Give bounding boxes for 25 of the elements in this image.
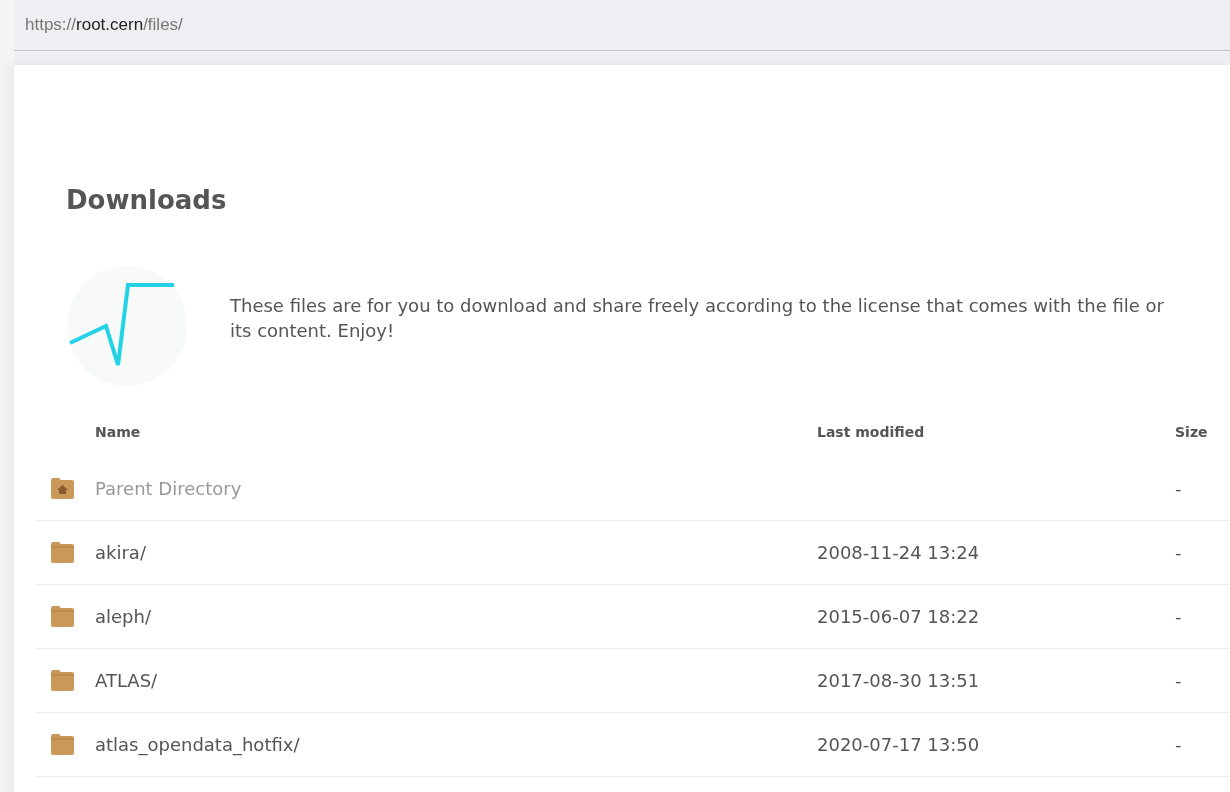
address-field[interactable]: https://root.cern/files/ <box>25 15 183 35</box>
home-folder-icon <box>50 477 75 500</box>
folder-icon <box>50 541 75 564</box>
file-link[interactable]: atlas_opendata_hotfix/ <box>95 734 300 755</box>
file-size: - <box>1175 734 1182 755</box>
folder-icon <box>50 605 75 628</box>
folder-icon <box>50 669 75 692</box>
column-header[interactable]: Last modified <box>817 424 1175 440</box>
column-header[interactable]: Name <box>95 424 817 440</box>
page-title: Downloads <box>66 185 228 215</box>
modified-date: 2008-11-24 13:24 <box>817 542 980 563</box>
file-size: - <box>1175 478 1182 499</box>
file-link[interactable]: akira/ <box>95 542 146 563</box>
file-link[interactable]: aleph/ <box>95 606 151 627</box>
column-header[interactable]: Size <box>1175 424 1208 440</box>
file-size: - <box>1175 542 1182 563</box>
logo-icon <box>66 265 188 387</box>
file-link[interactable]: ATLAS/ <box>95 670 158 691</box>
modified-date: 2015-06-07 18:22 <box>817 606 980 627</box>
file-size: - <box>1175 670 1182 691</box>
folder-icon <box>50 733 75 756</box>
modified-date: 2020-07-17 13:50 <box>817 734 980 755</box>
modified-date: 2017-08-30 13:51 <box>817 670 980 691</box>
intro-text: These files are for you to download and share freely according to the license that comes with the file or its content. Enjoy! <box>230 294 1165 343</box>
file-size: - <box>1175 606 1182 627</box>
